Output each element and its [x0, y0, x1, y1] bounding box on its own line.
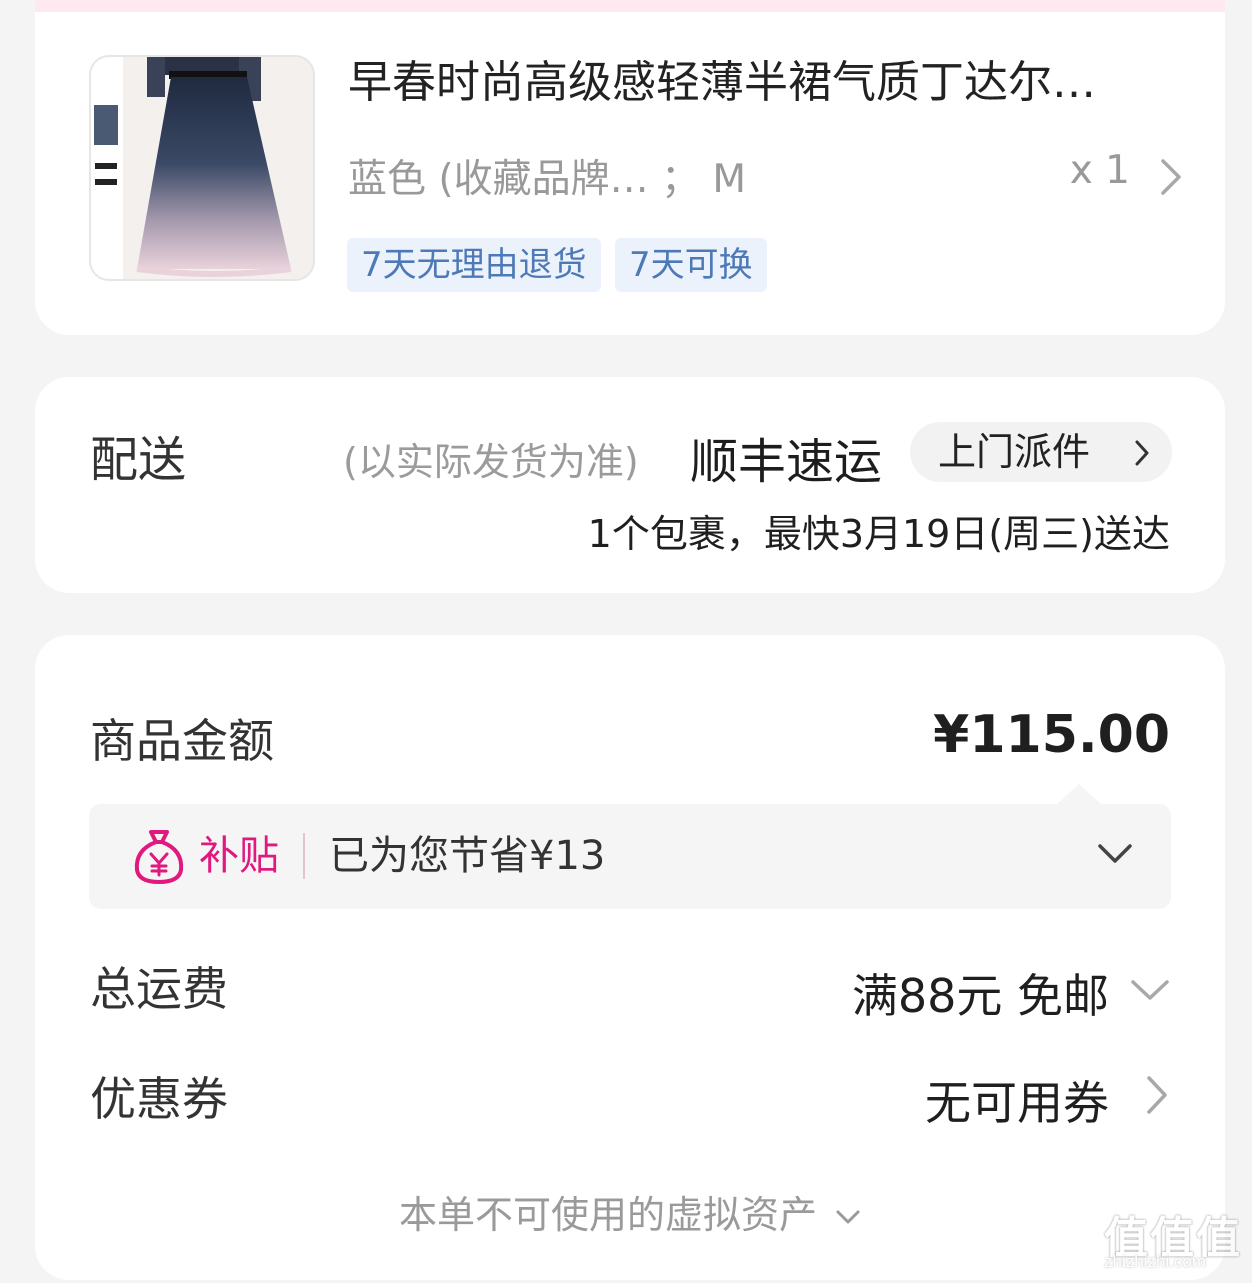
delivery-card: 配送 (以实际发货为准) 顺丰速运 上门派件 1个包裹，最快3月19日(周三)送… — [35, 377, 1225, 593]
door-delivery-label: 上门派件 — [938, 430, 1091, 474]
money-bag-icon — [134, 830, 184, 884]
virtual-assets-toggle[interactable]: 本单不可使用的虚拟资产 — [35, 1184, 1225, 1239]
goods-amount-value: ¥115.00 — [933, 705, 1170, 765]
price-summary-card: 商品金额 ¥115.00 补贴 已为您节省¥13 总运费 满88元 免邮 优惠券… — [35, 635, 1225, 1280]
site-watermark: 值值值 zhizhizhi.com — [1104, 1202, 1244, 1277]
chevron-down-icon[interactable] — [1097, 842, 1133, 866]
product-quantity: x 1 — [1069, 148, 1130, 193]
delivery-note: (以实际发货为准) — [343, 440, 639, 484]
tag-7day-exchange: 7天可换 — [615, 238, 767, 292]
watermark-url: zhizhizhi.com — [1104, 1252, 1207, 1271]
coupon-label: 优惠券 — [90, 1072, 228, 1126]
door-delivery-button[interactable]: 上门派件 — [910, 422, 1172, 482]
chevron-down-icon — [836, 1210, 860, 1223]
subsidy-tag: 补贴 — [199, 833, 279, 879]
shipping-value[interactable]: 满88元 免邮 — [852, 960, 1109, 1026]
product-title[interactable]: 早春时尚高级感轻薄半裙气质丁达尔… — [348, 53, 1183, 113]
shipping-label: 总运费 — [90, 962, 228, 1016]
chevron-right-icon[interactable] — [1144, 1074, 1170, 1116]
chevron-right-icon — [1135, 440, 1149, 466]
skirt-image — [91, 57, 313, 279]
coupon-value[interactable]: 无可用券 — [925, 1067, 1109, 1133]
delivery-label: 配送 — [90, 432, 187, 488]
subsidy-divider — [303, 833, 305, 879]
product-spec[interactable]: 蓝色 (收藏品牌… ； M — [348, 148, 746, 204]
goods-amount-label: 商品金额 — [90, 714, 274, 768]
product-thumbnail[interactable] — [89, 55, 315, 281]
chevron-right-icon[interactable] — [1157, 157, 1185, 197]
delivery-eta: 1个包裹，最快3月19日(周三)送达 — [587, 512, 1170, 556]
subsidy-row[interactable]: 补贴 已为您节省¥13 — [89, 804, 1171, 909]
top-accent-bar — [35, 0, 1225, 12]
chevron-down-icon[interactable] — [1130, 977, 1170, 1003]
virtual-assets-label: 本单不可使用的虚拟资产 — [398, 1193, 817, 1237]
subsidy-savings-text: 已为您节省¥13 — [329, 833, 606, 879]
subsidy-notch — [1057, 784, 1101, 804]
product-card[interactable]: 早春时尚高级感轻薄半裙气质丁达尔… 蓝色 (收藏品牌… ； M x 1 7天无理… — [35, 0, 1225, 335]
delivery-carrier: 顺丰速运 — [690, 434, 883, 490]
tag-7day-return: 7天无理由退货 — [347, 238, 601, 292]
